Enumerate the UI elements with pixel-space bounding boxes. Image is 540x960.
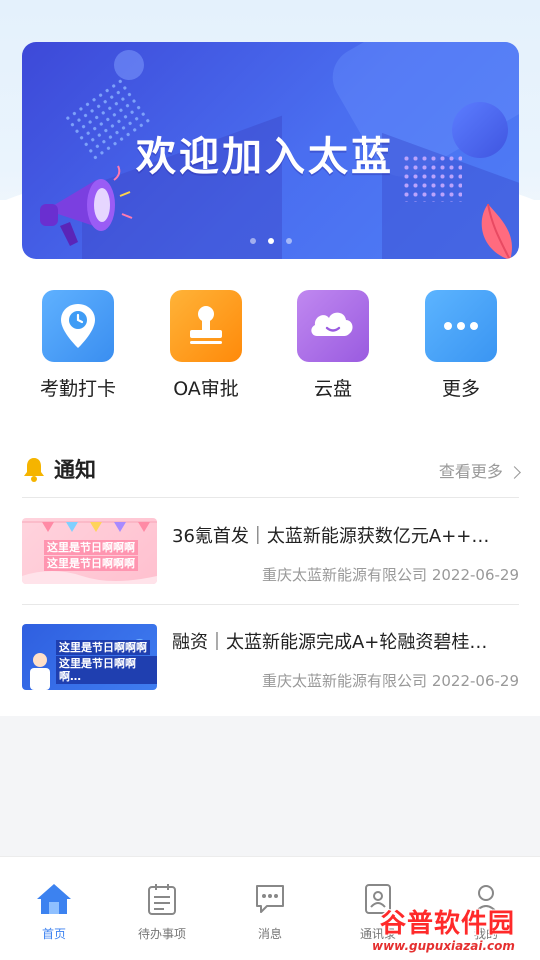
news-thumbnail: 这里是节日啊啊啊 这里是节日啊啊啊… [22,624,157,690]
news-source: 重庆太蓝新能源有限公司 [262,672,428,690]
banner-carousel[interactable]: 欢迎加入太蓝 [22,42,519,259]
bell-icon [24,458,44,482]
thumbnail-caption: 这里是节日啊啊啊… [56,656,157,684]
news-thumbnail: 这里是节日啊啊啊 这里是节日啊啊啊 [22,518,157,584]
todo-icon [108,881,216,917]
divider [22,604,519,605]
news-source: 重庆太蓝新能源有限公司 [262,566,428,584]
thumbnail-caption: 这里是节日啊啊啊 [44,540,138,555]
quick-actions: 考勤打卡 OA审批 云盘 更多 [0,290,540,410]
tab-home[interactable]: 首页 [0,881,108,942]
quick-action-attendance[interactable]: 考勤打卡 [23,290,133,401]
thumbnail-caption: 这里是节日啊啊啊 [56,640,150,655]
pager-dot-active[interactable] [267,238,274,244]
tab-todo[interactable]: 待办事项 [108,881,216,942]
quick-action-cloud-drive[interactable]: 云盘 [278,290,388,401]
pager-dot[interactable] [285,238,292,244]
divider [22,497,519,498]
quick-action-label: 更多 [441,378,480,400]
banner-pager [22,238,519,244]
tab-label: 待办事项 [137,927,186,941]
thumbnail-caption: 这里是节日啊啊啊 [44,556,138,571]
view-more-link[interactable]: 查看更多 [438,458,521,482]
news-title: 融资｜太蓝新能源完成A+轮融资碧桂… [172,632,488,653]
banner-title: 欢迎加入太蓝 [136,134,394,180]
stamp-icon [170,290,242,362]
site-watermark: 谷普软件园 www.gupuxiazai.com [370,903,540,960]
message-icon [216,881,324,917]
news-meta: 重庆太蓝新能源有限公司 2022-06-29 [262,564,519,585]
news-item[interactable]: 这里是节日啊啊啊 这里是节日啊啊啊… 融资｜太蓝新能源完成A+轮融资碧桂… 重庆… [22,614,519,700]
quick-action-label: 考勤打卡 [39,378,116,400]
more-dots-icon [425,290,497,362]
tab-messages[interactable]: 消息 [216,881,324,942]
quick-action-label: OA审批 [173,378,239,400]
cloud-icon [297,290,369,362]
news-item[interactable]: 这里是节日啊啊啊 这里是节日啊啊啊 36氪首发｜太蓝新能源获数亿元A++… 重庆… [22,508,519,594]
quick-action-oa-approval[interactable]: OA审批 [151,290,261,401]
view-more-label: 查看更多 [438,462,503,481]
watermark-logo-text: 谷普软件园 [380,909,516,939]
news-title: 36氪首发｜太蓝新能源获数亿元A++… [172,526,490,547]
news-date: 2022-06-29 [431,566,519,584]
watermark-url: www.gupuxiazai.com [372,939,515,953]
news-meta: 重庆太蓝新能源有限公司 2022-06-29 [262,670,519,691]
megaphone-icon [40,165,133,246]
tab-label: 首页 [41,927,66,941]
banner-decoration [114,50,144,80]
pager-dot[interactable] [249,238,256,244]
quick-action-more[interactable]: 更多 [406,290,516,401]
notice-section-header: 通知 查看更多 [22,452,521,486]
quick-action-label: 云盘 [313,378,352,400]
news-date: 2022-06-29 [431,672,519,690]
leaf-decoration-icon [481,203,512,259]
banner-decoration [452,102,508,158]
notice-title: 通知 [54,458,96,482]
chevron-right-icon [508,466,521,479]
home-icon [0,881,108,917]
tab-label: 消息 [257,927,282,941]
location-clock-icon [42,290,114,362]
